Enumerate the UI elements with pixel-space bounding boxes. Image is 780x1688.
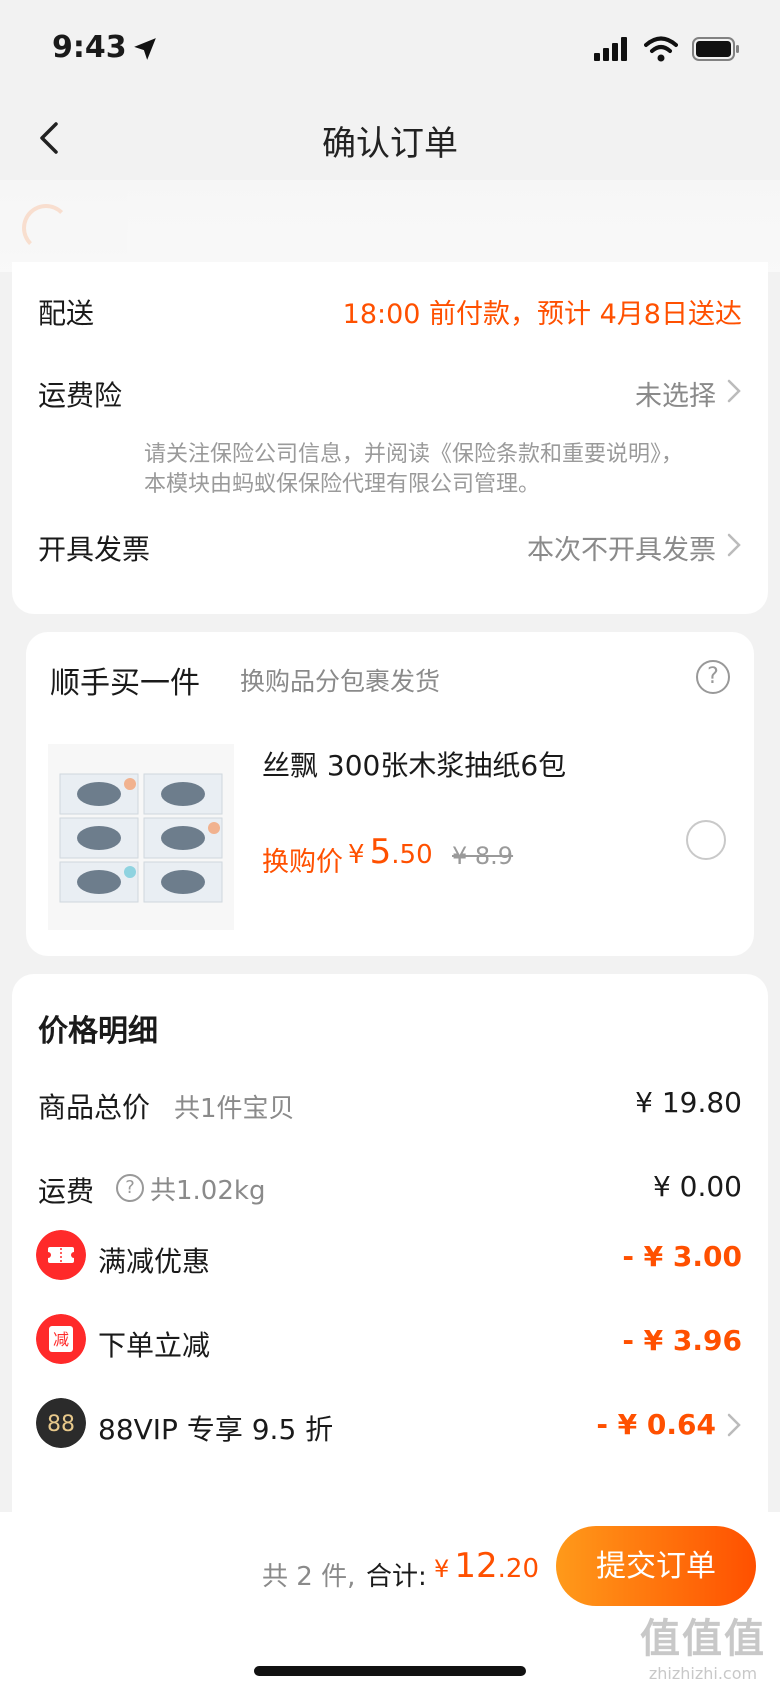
vip-88-badge-icon: 88 xyxy=(36,1398,86,1448)
addon-purchase-card: 顺手买一件 换购品分包裹发货 ? 丝飘 300张木浆抽纸6包 换购价 ¥ 5.5… xyxy=(26,632,754,956)
chevron-right-icon xyxy=(727,533,741,557)
full-reduction-value: - ¥ 3.00 xyxy=(622,1240,742,1273)
addon-product-name: 丝飘 300张木浆抽纸6包 xyxy=(262,749,567,782)
chevron-right-icon xyxy=(727,1413,741,1437)
page-title: 确认订单 xyxy=(322,124,458,164)
invoice-value: 本次不开具发票 xyxy=(527,535,716,566)
help-icon[interactable]: ? xyxy=(696,660,730,694)
full-reduction-label: 满减优惠 xyxy=(98,1245,211,1278)
order-discount-label: 下单立减 xyxy=(98,1329,211,1362)
product-thumbnail xyxy=(48,744,234,930)
price-decimal: .20 xyxy=(497,1554,539,1584)
addon-price: ¥ 5.50 xyxy=(348,832,433,872)
invoice-label: 开具发票 xyxy=(38,533,151,566)
watermark-url: zhizhizhi.com xyxy=(648,1664,758,1683)
order-options-card: 配送 18:00 前付款，预计 4月8日送达 运费险 未选择 请关注保险公司信息… xyxy=(12,262,768,614)
watermark-logo: 值值值 xyxy=(640,1616,766,1662)
checkout-bar: 共 2 件, 合计: ¥ 12.20 提交订单 值值值 zhizhizhi.co… xyxy=(0,1512,780,1688)
status-icons xyxy=(594,36,740,62)
addon-subtitle: 换购品分包裹发货 xyxy=(240,667,441,696)
discount-badge-icon: 减 xyxy=(36,1314,86,1364)
total-label: 合计: xyxy=(366,1562,427,1592)
status-time: 9:43 xyxy=(52,30,127,65)
location-arrow-icon xyxy=(134,38,156,60)
vip-badge-text: 88 xyxy=(47,1412,75,1437)
addon-select-radio[interactable] xyxy=(686,820,726,860)
addon-original-price: ¥ 8.9 xyxy=(452,842,514,870)
currency-symbol: ¥ xyxy=(348,840,365,870)
price-detail-title: 价格明细 xyxy=(38,1014,158,1049)
order-discount-value: - ¥ 3.96 xyxy=(622,1324,742,1357)
price-integer: 5 xyxy=(369,832,392,872)
price-integer: 12 xyxy=(454,1546,498,1586)
addon-title: 顺手买一件 xyxy=(50,666,200,701)
shipping-weight: 共1.02kg xyxy=(150,1176,266,1206)
help-icon[interactable]: ? xyxy=(116,1174,144,1202)
total-item-count: 共 2 件, xyxy=(262,1562,356,1592)
address-strip xyxy=(0,180,780,272)
watermark: 值值值 zhizhizhi.com xyxy=(640,1606,766,1683)
delivery-label: 配送 xyxy=(38,297,95,330)
insurance-note: 请关注保险公司信息，并阅读《保险条款和重要说明》，本模块由蚂蚁保保险代理有限公司… xyxy=(144,442,684,497)
shipping-fee-value: ¥ 0.00 xyxy=(652,1170,742,1203)
submit-order-button[interactable]: 提交订单 xyxy=(556,1526,756,1606)
chevron-right-icon xyxy=(727,379,741,403)
shipping-insurance-label: 运费险 xyxy=(38,379,123,412)
vip-discount-label: 88VIP 专享 9.5 折 xyxy=(98,1413,334,1446)
home-indicator[interactable] xyxy=(254,1666,526,1676)
wifi-icon xyxy=(644,36,678,62)
items-total-label: 商品总价 xyxy=(38,1091,151,1124)
shipping-insurance-value: 未选择 xyxy=(635,381,716,412)
shipping-fee-label: 运费 xyxy=(38,1175,95,1208)
ticket-coupon-icon xyxy=(36,1230,86,1280)
vip-discount-value: - ¥ 0.64 xyxy=(596,1408,716,1441)
total-price: ¥ 12.20 xyxy=(434,1546,539,1586)
price-detail-card: 价格明细 商品总价 共1件宝贝 ¥ 19.80 运费 ? 共1.02kg ¥ 0… xyxy=(12,974,768,1534)
cellular-signal-icon xyxy=(594,37,627,61)
currency-symbol: ¥ xyxy=(434,1555,450,1583)
items-count: 共1件宝贝 xyxy=(174,1094,295,1124)
price-decimal: .50 xyxy=(391,840,433,870)
addon-price-label: 换购价 xyxy=(262,847,343,878)
status-bar: 9:43 xyxy=(0,0,780,100)
delivery-value: 18:00 前付款，预计 4月8日送达 xyxy=(342,299,742,330)
loading-ring-icon xyxy=(22,204,70,252)
battery-icon xyxy=(692,37,739,61)
discount-badge-char: 减 xyxy=(53,1330,69,1349)
nav-bar: 确认订单 xyxy=(0,100,780,180)
items-total-value: ¥ 19.80 xyxy=(635,1086,742,1119)
